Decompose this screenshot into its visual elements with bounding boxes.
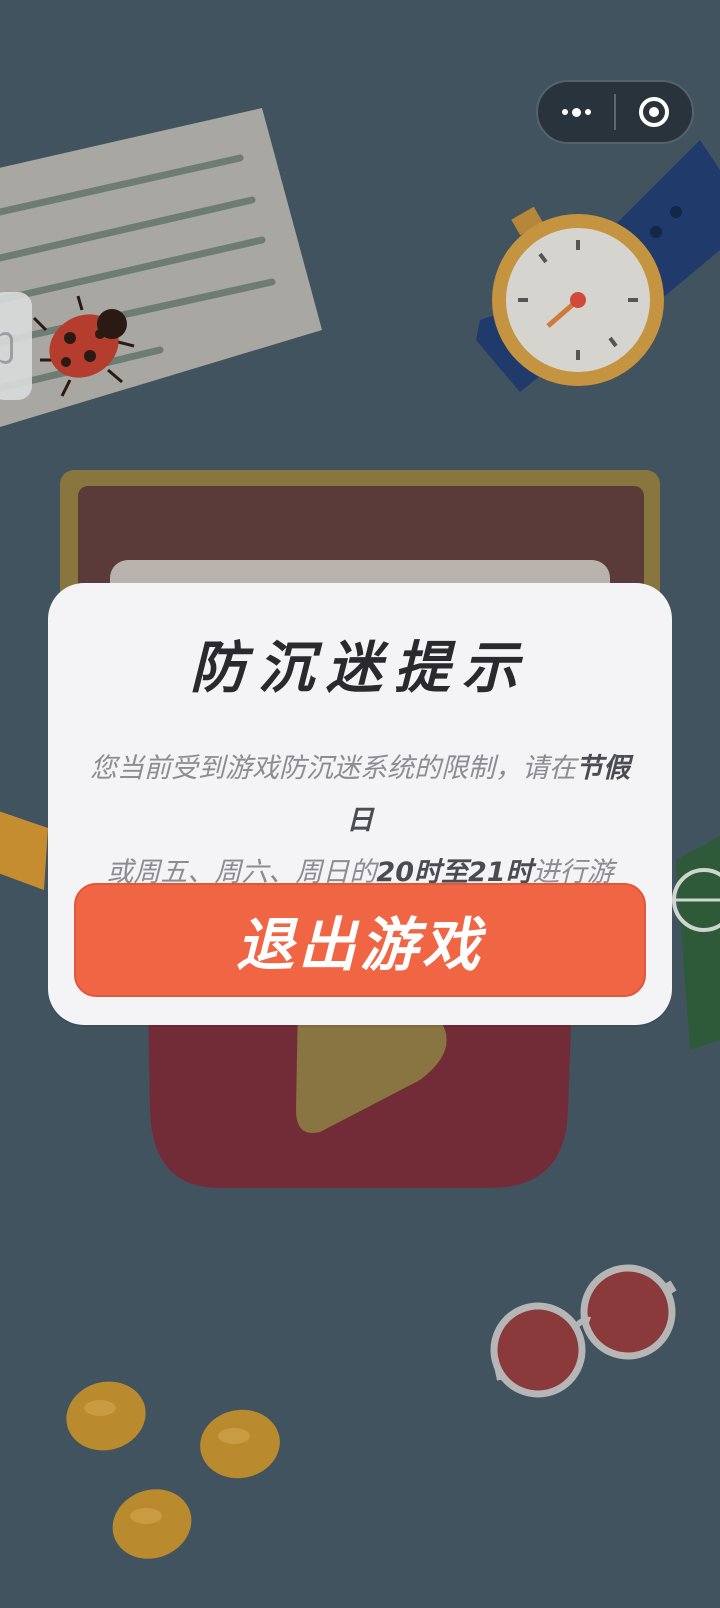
passport-illustration (672, 836, 720, 1050)
exit-game-label: 退出游戏 (235, 911, 484, 979)
floating-side-handle[interactable] (0, 292, 32, 400)
message-text-1: 您当前受到游戏防沉迷系统的限制，请在 (90, 753, 576, 784)
pencil-illustration (0, 811, 48, 890)
anti-addiction-dialog: 防沉迷提示 您当前受到游戏防沉迷系统的限制，请在节假日 或周五、周六、周日的20时… (48, 583, 672, 1025)
miniprogram-capsule (536, 80, 694, 144)
dialog-title: 防沉迷提示 (190, 636, 530, 701)
more-dots-icon (561, 107, 591, 117)
exit-game-button[interactable]: 退出游戏 (74, 883, 646, 997)
handle-arc-icon (0, 332, 13, 364)
nuts-illustration (66, 1381, 280, 1559)
more-menu-button[interactable] (538, 82, 614, 142)
play-tile-illustration (148, 1000, 572, 1188)
watch-illustration (476, 140, 720, 392)
paper-note-illustration (0, 108, 322, 427)
sunglasses-illustration (490, 1264, 677, 1398)
target-close-icon (639, 97, 669, 127)
close-miniprogram-button[interactable] (616, 82, 692, 142)
